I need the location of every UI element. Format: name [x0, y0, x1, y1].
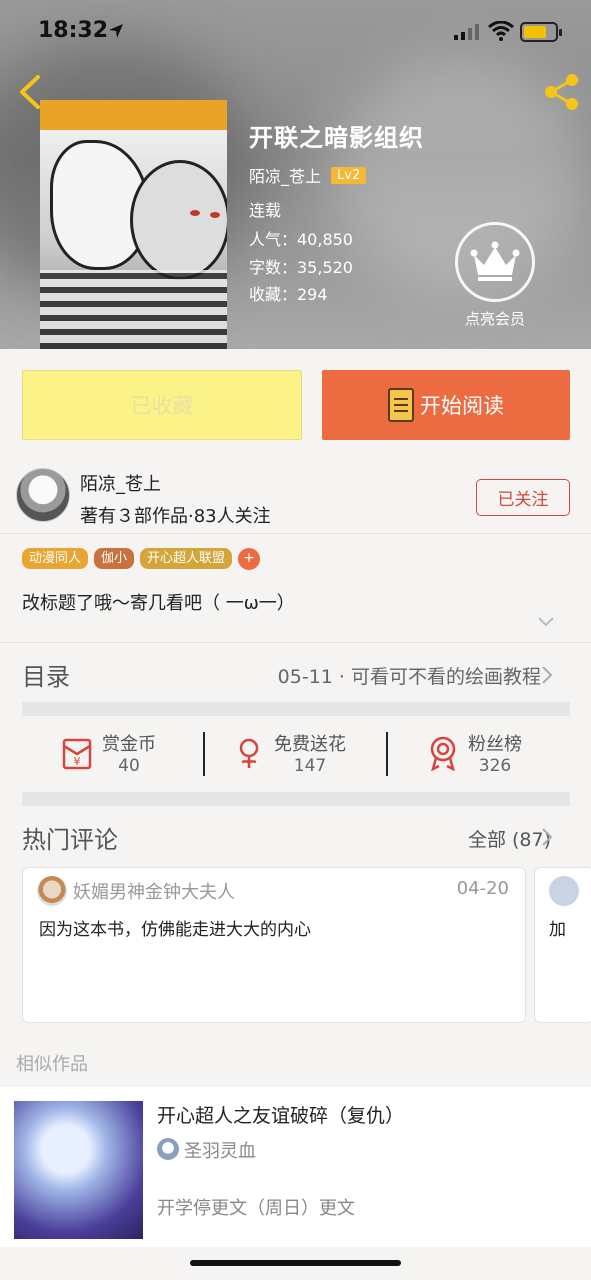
book-description: 改标题了哦～寄几看吧（ 一ω一）: [22, 593, 295, 614]
comment-text: 因为这本书，仿佛能走进大大的内心: [39, 920, 311, 940]
commenter-name[interactable]: 妖媚男神金钟大夫人: [73, 878, 235, 904]
author-avatar[interactable]: [16, 468, 70, 522]
reward-coins-label: 赏金币: [102, 734, 156, 755]
similar-work-description: 开学停更文（周日）更文: [157, 1198, 355, 1219]
book-cover-image: [40, 100, 227, 349]
chevron-down-icon[interactable]: [537, 616, 555, 628]
book-popularity: 人气：40,850: [249, 230, 353, 249]
commenter-avatar[interactable]: [549, 876, 579, 906]
medal-icon: [430, 736, 456, 772]
author-name[interactable]: 陌凉_苍上: [80, 470, 161, 496]
location-arrow-icon: [109, 24, 123, 38]
commenter-avatar[interactable]: [37, 876, 67, 906]
home-indicator[interactable]: [190, 1260, 401, 1266]
table-of-contents-row[interactable]: 目录 05-11 · 可看可不看的绘画教程: [0, 642, 591, 702]
section-divider: [22, 702, 570, 716]
chevron-right-icon[interactable]: [541, 827, 553, 847]
status-time: 18:32: [38, 18, 109, 43]
comment-card[interactable]: 妖媚男神金钟大夫人 04-20 因为这本书，仿佛能走进大大的内心: [22, 867, 526, 1023]
level-badge: Lv2: [331, 166, 367, 184]
red-envelope-icon: ¥: [62, 738, 92, 770]
book-status: 连载: [249, 201, 282, 220]
book-author[interactable]: 陌凉_苍上: [249, 163, 321, 187]
wifi-icon: [488, 21, 514, 41]
toc-latest-chapter: 05-11 · 可看可不看的绘画教程: [277, 666, 541, 688]
book-title: 开联之暗影组织: [249, 124, 424, 152]
vertical-divider: [386, 732, 388, 776]
similar-works-title: 相似作品: [16, 1054, 88, 1075]
book-author-line: 陌凉_苍上 Lv2: [249, 163, 367, 187]
author-row: 陌凉_苍上 著有３部作品·83人关注 已关注: [0, 460, 591, 534]
similar-work-cover: [14, 1101, 143, 1239]
start-reading-button[interactable]: 开始阅读: [322, 370, 570, 440]
add-tag-button[interactable]: +: [238, 548, 261, 570]
comment-date: 04-20: [456, 878, 509, 899]
reward-coins-button[interactable]: ¥ 赏金币 40: [58, 730, 156, 776]
similar-author-avatar: [157, 1138, 179, 1160]
author-stats: 著有３部作品·83人关注: [80, 506, 271, 527]
collected-button[interactable]: 已收藏: [22, 370, 302, 440]
reward-stats-row: ¥ 赏金币 40 免费送花 147 粉丝榜 326: [0, 716, 591, 792]
tag-item[interactable]: 伽小: [94, 548, 135, 569]
share-icon[interactable]: [542, 72, 582, 112]
fans-ranking-button[interactable]: 粉丝榜 326: [424, 730, 522, 776]
hot-comments-title: 热门评论: [22, 826, 118, 854]
all-comments-link[interactable]: 全部 (87): [468, 825, 551, 852]
send-flower-label: 免费送花: [274, 734, 346, 755]
comment-text: 加: [549, 920, 566, 940]
similar-work-item[interactable]: 开心超人之友谊破碎（复仇） 圣羽灵血 开学停更文（周日）更文: [0, 1087, 591, 1247]
vip-activate-button[interactable]: 点亮会员: [455, 222, 535, 332]
fans-ranking-value: 326: [478, 756, 512, 776]
crown-icon: [455, 222, 535, 302]
flower-icon: [239, 738, 259, 768]
reward-coins-value: 40: [118, 756, 140, 776]
svg-text:¥: ¥: [74, 755, 81, 768]
book-word-count: 字数：35,520: [249, 258, 353, 277]
book-icon: [388, 388, 414, 422]
tag-list: 动漫同人 伽小 开心超人联盟 +: [22, 548, 261, 570]
follow-button[interactable]: 已关注: [476, 479, 570, 516]
book-favorites: 收藏：294: [249, 285, 328, 304]
battery-icon: [520, 22, 562, 42]
send-flower-button[interactable]: 免费送花 147: [230, 730, 346, 776]
start-reading-label: 开始阅读: [420, 394, 504, 418]
tag-item[interactable]: 开心超人联盟: [140, 548, 233, 569]
similar-work-title: 开心超人之友谊破碎（复仇）: [157, 1105, 405, 1127]
similar-work-author: 圣羽灵血: [184, 1141, 256, 1162]
chevron-right-icon: [542, 666, 553, 684]
toc-label: 目录: [22, 663, 70, 691]
tag-item[interactable]: 动漫同人: [22, 548, 89, 569]
vertical-divider: [203, 732, 205, 776]
vip-label: 点亮会员: [464, 310, 525, 328]
status-bar: 18:32: [0, 0, 591, 62]
cellular-signal-icon: [454, 24, 479, 40]
fans-ranking-label: 粉丝榜: [468, 734, 522, 755]
send-flower-value: 147: [293, 756, 327, 776]
section-divider: [22, 792, 570, 806]
comment-card[interactable]: 加: [534, 867, 591, 1023]
